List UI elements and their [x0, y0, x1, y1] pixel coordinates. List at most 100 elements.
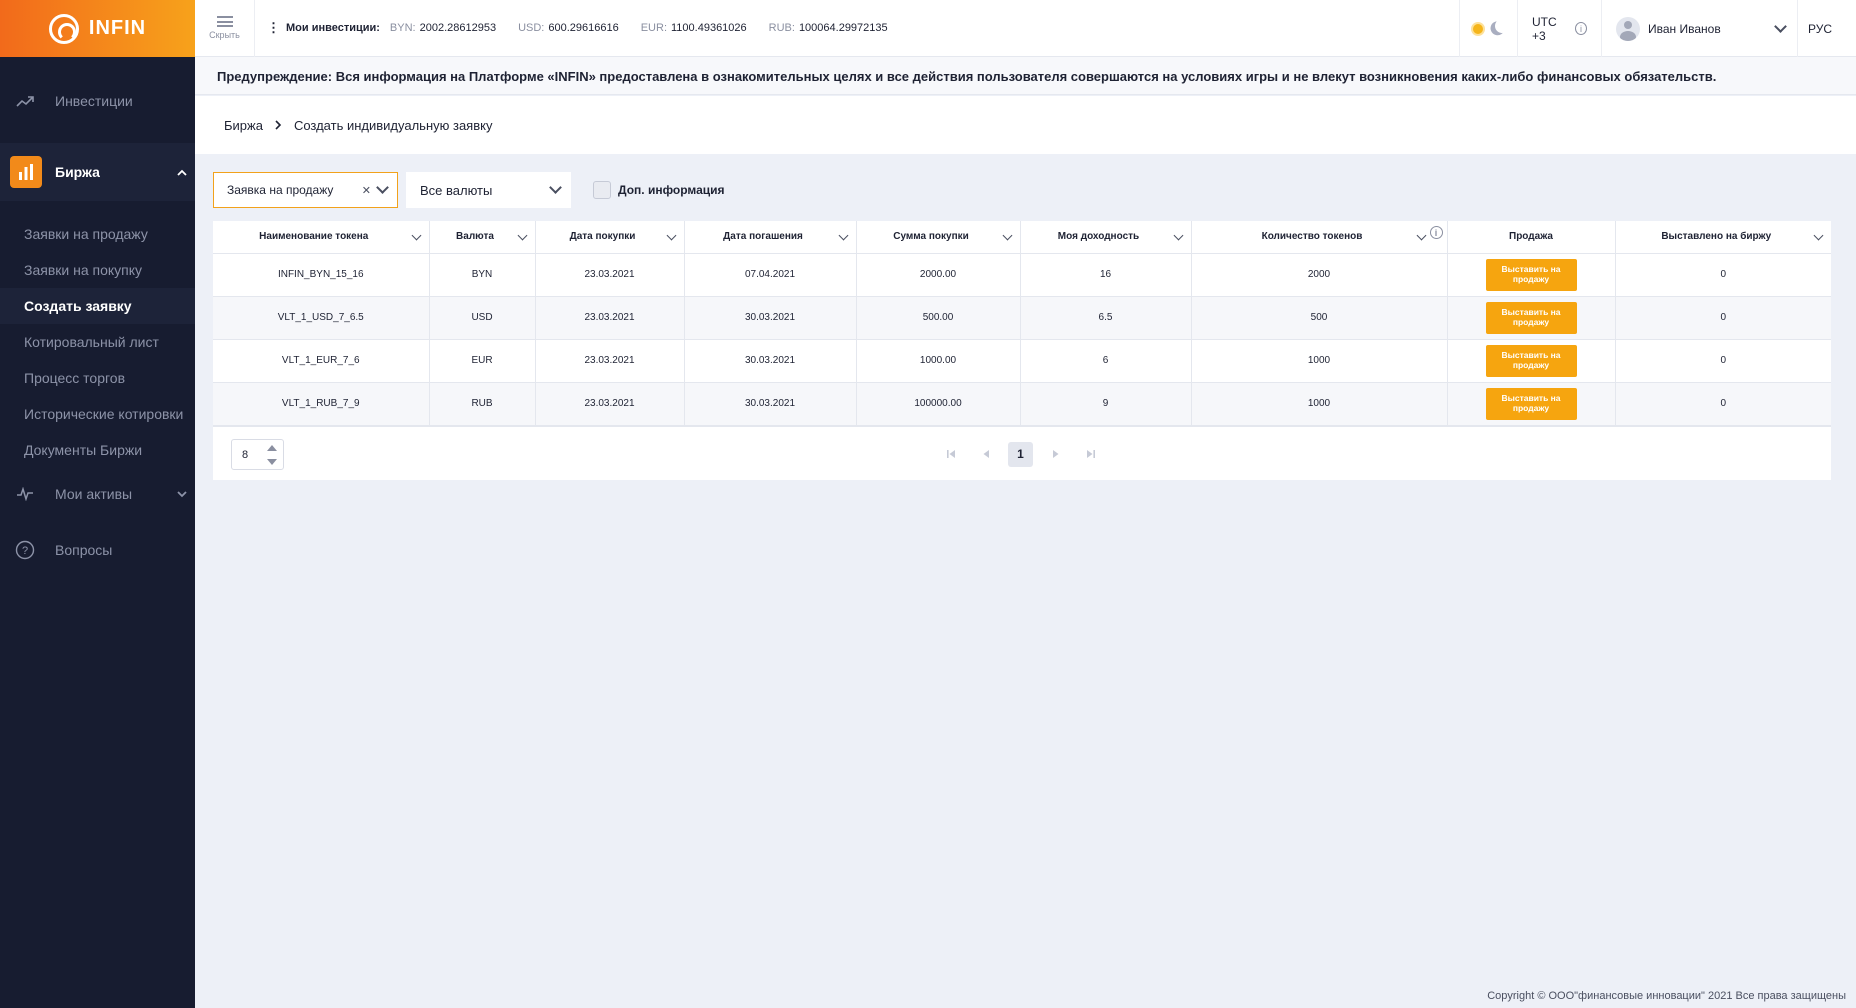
menu-icon: [216, 16, 233, 27]
page-number[interactable]: 1: [1008, 441, 1033, 467]
order-type-select[interactable]: Заявка на продажу ✕: [213, 172, 398, 208]
clear-icon[interactable]: ✕: [362, 184, 371, 197]
info-icon[interactable]: i: [1429, 226, 1443, 239]
sort-icon: [517, 230, 527, 241]
cell-yield: 6: [1020, 339, 1192, 383]
sidebar-item-faq[interactable]: ? Вопросы: [0, 530, 195, 570]
tokens-table: Наименование токена Валюта Дата покупки …: [213, 221, 1831, 480]
cell-currency: EUR: [429, 339, 536, 383]
user-menu[interactable]: Иван Иванов: [1601, 0, 1797, 57]
cell-due-date: 30.03.2021: [684, 339, 857, 383]
hide-sidebar-button[interactable]: Скрыть: [195, 0, 255, 57]
pagination-bar: 8 1: [213, 425, 1831, 480]
language-select[interactable]: РУС: [1797, 0, 1856, 57]
cell-qty: 2000: [1191, 253, 1448, 297]
cell-due-date: 07.04.2021: [684, 253, 857, 297]
sort-icon: [411, 230, 421, 241]
user-name: Иван Иванов: [1648, 21, 1721, 36]
first-page-button[interactable]: [938, 442, 963, 467]
sun-icon[interactable]: [1471, 21, 1485, 36]
cell-listed: 0: [1615, 296, 1831, 340]
column-header-currency[interactable]: Валюта: [429, 221, 536, 254]
cell-buy-date: 23.03.2021: [535, 382, 685, 426]
page-size-stepper[interactable]: 8: [231, 438, 284, 470]
sidebar-subitem-create-order[interactable]: Создать заявку: [0, 288, 195, 324]
column-header-sum[interactable]: Сумма покупки: [856, 221, 1021, 254]
sell-button[interactable]: Выставить на продажу: [1485, 301, 1577, 334]
sell-button[interactable]: Выставить на продажу: [1485, 387, 1577, 420]
svg-text:?: ?: [22, 545, 28, 557]
table-row: VLT_1_RUB_7_9 RUB 23.03.2021 30.03.2021 1000…: [213, 382, 1831, 426]
info-icon[interactable]: i: [1574, 22, 1587, 35]
currency-value: Все валюты: [420, 182, 493, 198]
arrow-up-icon[interactable]: [267, 444, 277, 451]
column-header-qty[interactable]: Количество токенов i: [1191, 221, 1448, 254]
table-row: VLT_1_USD_7_6.5 USD 23.03.2021 30.03.2021 50…: [213, 296, 1831, 340]
more-vertical-icon[interactable]: ⋮: [267, 20, 280, 36]
column-header-buy-date[interactable]: Дата покупки: [535, 221, 685, 254]
cell-sum: 1000.00: [856, 339, 1021, 383]
sidebar-item-assets[interactable]: Мои активы: [0, 474, 195, 514]
sort-icon: [1173, 230, 1183, 241]
column-header-listed[interactable]: Выставлено на биржу: [1615, 221, 1831, 254]
cell-listed: 0: [1615, 253, 1831, 297]
sidebar-subitem-trading-process[interactable]: Процесс торгов: [0, 360, 195, 396]
theme-toggle[interactable]: [1459, 0, 1517, 57]
question-icon: ?: [14, 539, 36, 561]
extra-info-toggle[interactable]: Доп. информация: [593, 181, 725, 199]
sidebar-item-label: Мои активы: [55, 486, 133, 502]
chevron-down-icon: [1774, 20, 1787, 33]
next-page-button[interactable]: [1043, 442, 1068, 467]
currency-select[interactable]: Все валюты: [406, 172, 571, 208]
arrow-down-icon[interactable]: [267, 458, 277, 465]
balances-title: Мои инвестиции:: [286, 22, 380, 34]
logo[interactable]: INFIN: [0, 0, 195, 57]
sort-icon: [838, 230, 848, 241]
activity-icon: [14, 483, 36, 505]
moon-icon[interactable]: [1494, 17, 1510, 33]
column-header-yield[interactable]: Моя доходность: [1020, 221, 1192, 254]
extra-info-label: Доп. информация: [618, 183, 725, 197]
sidebar-item-label: Вопросы: [55, 542, 113, 558]
cell-currency: RUB: [429, 382, 536, 426]
sidebar-subitem-quotes[interactable]: Котировальный лист: [0, 324, 195, 360]
sort-icon: [666, 230, 676, 241]
sell-button[interactable]: Выставить на продажу: [1485, 258, 1577, 291]
sidebar-subitem-history[interactable]: Исторические котировки: [0, 396, 195, 432]
cell-sum: 100000.00: [856, 382, 1021, 426]
cell-buy-date: 23.03.2021: [535, 296, 685, 340]
cell-buy-date: 23.03.2021: [535, 339, 685, 383]
cell-buy-date: 23.03.2021: [535, 253, 685, 297]
cell-yield: 16: [1020, 253, 1192, 297]
column-header-token[interactable]: Наименование токена: [213, 221, 430, 254]
birzha-submenu: Заявки на продажу Заявки на покупку Созд…: [0, 216, 195, 468]
sell-button[interactable]: Выставить на продажу: [1485, 344, 1577, 377]
cell-token: VLT_1_EUR_7_6: [213, 339, 430, 383]
topbar: Скрыть ⋮ Мои инвестиции: BYN: 2002.286129…: [195, 0, 1856, 57]
last-page-button[interactable]: [1078, 442, 1103, 467]
cell-sale: Выставить на продажу: [1447, 382, 1616, 426]
prev-page-button[interactable]: [973, 442, 998, 467]
cell-sum: 2000.00: [856, 253, 1021, 297]
sidebar-subitem-sell-orders[interactable]: Заявки на продажу: [0, 216, 195, 252]
column-header-due-date[interactable]: Дата погашения: [684, 221, 857, 254]
sidebar-item-investments[interactable]: Инвестиции: [0, 81, 195, 121]
disclaimer-banner: Предупреждение: Вся информация на Платфо…: [195, 57, 1856, 95]
breadcrumb-current: Создать индивидуальную заявку: [293, 117, 493, 133]
sort-icon: [1416, 230, 1426, 241]
filters-bar: Заявка на продажу ✕ Все валюты Доп. инфо…: [213, 172, 725, 208]
sidebar-subitem-documents[interactable]: Документы Биржи: [0, 432, 195, 468]
extra-info-checkbox[interactable]: [593, 181, 611, 199]
sidebar-subitem-buy-orders[interactable]: Заявки на покупку: [0, 252, 195, 288]
cell-qty: 1000: [1191, 339, 1448, 383]
chevron-down-icon: [376, 181, 389, 194]
balance-usd: USD: 600.29616616: [518, 22, 619, 34]
logo-text: INFIN: [88, 17, 147, 39]
language-label: РУС: [1808, 21, 1833, 36]
breadcrumb-root[interactable]: Биржа: [224, 118, 263, 133]
bar-chart-icon: [10, 156, 42, 188]
cell-sale: Выставить на продажу: [1447, 296, 1616, 340]
sidebar-item-birzha[interactable]: Биржа: [0, 143, 195, 201]
avatar: [1616, 16, 1640, 41]
cell-due-date: 30.03.2021: [684, 296, 857, 340]
